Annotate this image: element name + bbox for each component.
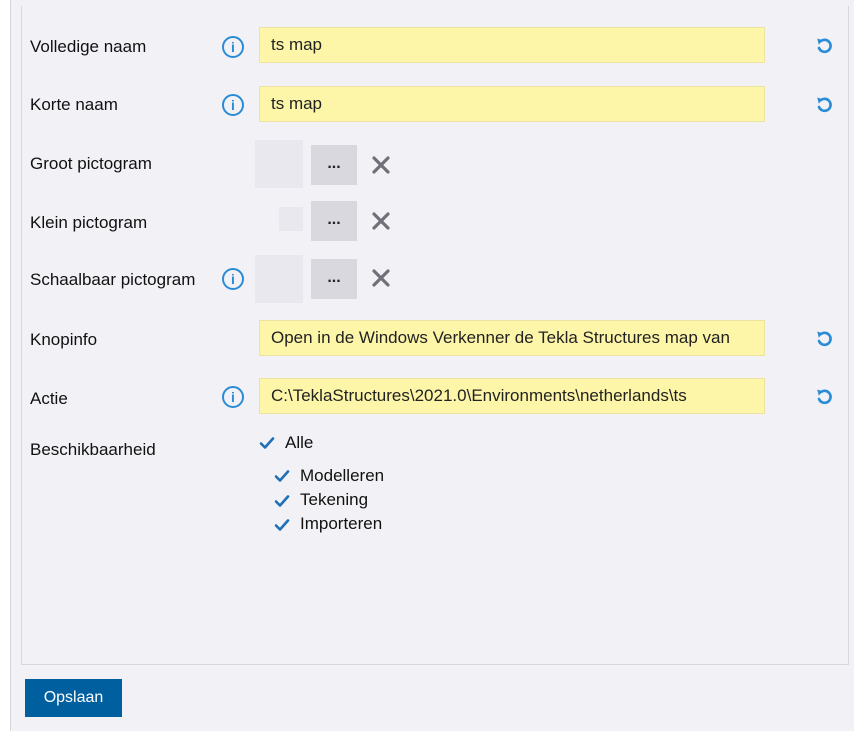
- reset-icon[interactable]: [814, 95, 834, 115]
- large-icon-preview: [255, 140, 303, 188]
- scalable-icon-preview: [255, 255, 303, 303]
- tooltip-label: Knopinfo: [30, 330, 98, 349]
- small-icon-preview: [279, 207, 303, 231]
- availability-importeren-checkbox[interactable]: [273, 516, 291, 534]
- availability-label: Beschikbaarheid: [30, 440, 156, 459]
- short-name-label: Korte naam: [30, 95, 118, 114]
- checkmark-icon: [259, 437, 275, 449]
- reset-icon[interactable]: [814, 387, 834, 407]
- clear-icon[interactable]: [371, 155, 391, 175]
- availability-all-label: Alle: [285, 433, 314, 452]
- availability-importeren-label: Importeren: [300, 514, 383, 533]
- availability-modelleren-checkbox[interactable]: [273, 467, 291, 485]
- reset-icon[interactable]: [814, 329, 834, 349]
- info-icon[interactable]: i: [222, 386, 244, 408]
- short-name-field[interactable]: ts map: [259, 86, 765, 122]
- small-icon-browse-button[interactable]: ...: [311, 201, 357, 241]
- clear-icon[interactable]: [371, 268, 391, 288]
- full-name-label: Volledige naam: [30, 37, 147, 56]
- large-icon-label: Groot pictogram: [30, 154, 152, 173]
- availability-modelleren-label: Modelleren: [300, 466, 385, 485]
- availability-tekening-checkbox[interactable]: [273, 492, 291, 510]
- availability-tekening-label: Tekening: [300, 490, 369, 509]
- action-label: Actie: [30, 389, 68, 408]
- info-icon[interactable]: i: [222, 94, 244, 116]
- checkmark-icon: [274, 519, 290, 531]
- scalable-icon-browse-button[interactable]: ...: [311, 259, 357, 299]
- info-icon[interactable]: i: [222, 36, 244, 58]
- reset-icon[interactable]: [814, 36, 834, 56]
- large-icon-browse-button[interactable]: ...: [311, 145, 357, 185]
- tooltip-field[interactable]: Open in de Windows Verkenner de Tekla St…: [259, 320, 765, 356]
- action-field[interactable]: C:\TeklaStructures\2021.0\Environments\n…: [259, 378, 765, 414]
- full-name-field[interactable]: ts map: [259, 27, 765, 63]
- checkmark-icon: [274, 470, 290, 482]
- checkmark-icon: [274, 495, 290, 507]
- scalable-icon-label: Schaalbaar pictogram: [30, 270, 196, 289]
- info-icon[interactable]: i: [222, 268, 244, 290]
- clear-icon[interactable]: [371, 211, 391, 231]
- small-icon-label: Klein pictogram: [30, 213, 148, 232]
- save-button[interactable]: Opslaan: [25, 679, 122, 717]
- availability-all-checkbox[interactable]: [258, 434, 276, 452]
